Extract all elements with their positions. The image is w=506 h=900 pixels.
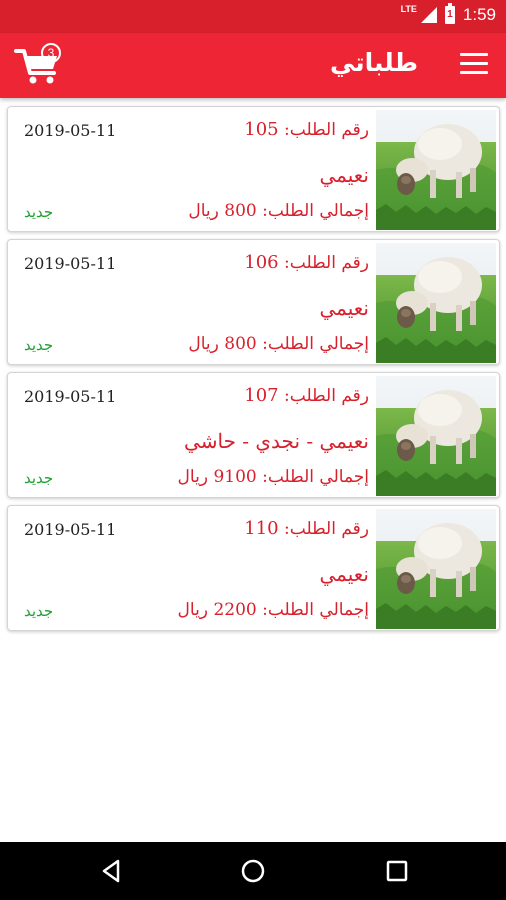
order-number-value: 105	[244, 119, 279, 140]
order-items: نعيمي - نجدي - حاشي	[184, 429, 369, 453]
order-thumbnail	[376, 376, 496, 496]
order-total-label: إجمالي الطلب:	[262, 201, 369, 221]
order-date: 2019-05-11	[24, 387, 117, 406]
order-number: رقم الطلب: 105	[244, 119, 369, 140]
sheep-photo	[376, 376, 496, 496]
recents-button[interactable]	[382, 856, 412, 886]
order-number-label: رقم الطلب:	[284, 386, 369, 406]
hamburger-icon	[460, 53, 488, 74]
order-card[interactable]: 2019-05-11 رقم الطلب: 110 نعيمي إجمالي ا…	[7, 505, 500, 631]
order-number-label: رقم الطلب:	[284, 120, 369, 140]
order-number: رقم الطلب: 106	[244, 252, 369, 273]
order-total-label: إجمالي الطلب:	[262, 467, 369, 487]
order-card[interactable]: 2019-05-11 رقم الطلب: 105 نعيمي إجمالي ا…	[7, 106, 500, 232]
clock: 1:59	[462, 5, 496, 24]
currency-label: ريال	[188, 334, 219, 354]
sheep-photo	[376, 243, 496, 363]
back-button[interactable]	[96, 856, 126, 886]
currency-label: ريال	[188, 201, 219, 221]
order-total: إجمالي الطلب: 2200 ريال	[178, 600, 369, 620]
signal-icon	[420, 7, 437, 23]
page-title: طلباتي	[329, 48, 418, 77]
home-circle-icon	[241, 859, 265, 883]
order-total-label: إجمالي الطلب:	[262, 600, 369, 620]
order-status: جديد	[24, 336, 54, 354]
order-number-value: 106	[244, 252, 279, 273]
order-number-label: رقم الطلب:	[284, 519, 369, 539]
currency-label: ريال	[177, 600, 209, 620]
order-total: إجمالي الطلب: 9100 ريال	[178, 467, 369, 487]
cart-count-badge: 3	[41, 43, 61, 63]
cart-button[interactable]: 3	[14, 41, 66, 87]
order-total-label: إجمالي الطلب:	[262, 334, 369, 354]
battery-icon: 1	[444, 3, 455, 24]
sheep-photo	[376, 509, 496, 629]
orders-list: 2019-05-11 رقم الطلب: 105 نعيمي إجمالي ا…	[7, 106, 500, 638]
recents-square-icon	[386, 860, 408, 882]
order-items: نعيمي	[319, 163, 369, 187]
order-total-value: 800	[224, 201, 257, 221]
app-bar: 3 طلباتي	[0, 33, 506, 98]
order-total-value: 2200	[213, 600, 257, 620]
order-date: 2019-05-11	[24, 520, 117, 539]
order-date: 2019-05-11	[24, 121, 117, 140]
order-number-label: رقم الطلب:	[284, 253, 369, 273]
sheep-photo	[376, 110, 496, 230]
order-number-value: 107	[244, 385, 279, 406]
currency-label: ريال	[177, 467, 209, 487]
system-nav-bar	[0, 842, 506, 900]
order-number: رقم الطلب: 107	[244, 385, 369, 406]
order-card[interactable]: 2019-05-11 رقم الطلب: 107 نعيمي - نجدي -…	[7, 372, 500, 498]
order-total-value: 9100	[213, 467, 257, 487]
order-thumbnail	[376, 243, 496, 363]
order-number-value: 110	[244, 518, 279, 539]
order-thumbnail	[376, 110, 496, 230]
home-button[interactable]	[238, 856, 268, 886]
order-total-value: 800	[224, 334, 257, 354]
order-status: جديد	[24, 469, 54, 487]
menu-button[interactable]	[460, 53, 488, 77]
system-status-bar: LTE 1 1:59	[0, 0, 506, 33]
order-thumbnail	[376, 509, 496, 629]
order-card[interactable]: 2019-05-11 رقم الطلب: 106 نعيمي إجمالي ا…	[7, 239, 500, 365]
lte-indicator: LTE	[400, 4, 417, 14]
order-number: رقم الطلب: 110	[244, 518, 369, 539]
order-total: إجمالي الطلب: 800 ريال	[188, 334, 369, 354]
order-items: نعيمي	[319, 562, 369, 586]
order-date: 2019-05-11	[24, 254, 117, 273]
back-triangle-icon	[102, 859, 120, 883]
order-status: جديد	[24, 203, 54, 221]
order-items: نعيمي	[319, 296, 369, 320]
order-status: جديد	[24, 602, 54, 620]
order-total: إجمالي الطلب: 800 ريال	[188, 201, 369, 221]
